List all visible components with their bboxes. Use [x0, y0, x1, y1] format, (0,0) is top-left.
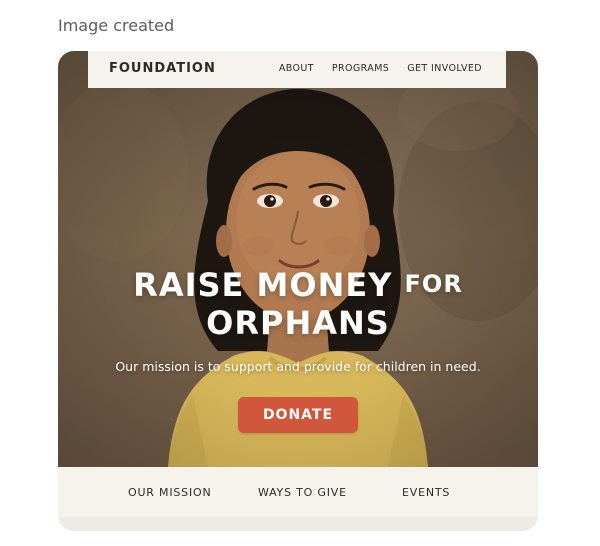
headline-for: FOR — [404, 270, 463, 298]
headline-line-1: RAISE MONEY FOR — [58, 265, 538, 304]
nav-link-about[interactable]: ABOUT — [279, 63, 314, 74]
brand-logo[interactable]: FOUNDATION — [109, 61, 216, 76]
top-navbar: FOUNDATION ABOUT PROGRAMS GET INVOLVED — [88, 51, 506, 88]
nav-link-get-involved[interactable]: GET INVOLVED — [407, 63, 482, 74]
headline-line-2: ORPHANS — [206, 304, 390, 342]
bottom-link-our-mission[interactable]: OUR MISSION — [128, 486, 211, 499]
bottom-link-events[interactable]: EVENTS — [402, 486, 450, 499]
bottom-navbar: OUR MISSION WAYS TO GIVE EVENTS — [58, 467, 538, 517]
page: Image created FOUNDATION ABOUT PROGRAMS … — [0, 0, 600, 546]
nav-link-programs[interactable]: PROGRAMS — [332, 63, 389, 74]
generated-website-mockup: FOUNDATION ABOUT PROGRAMS GET INVOLVED R… — [58, 51, 538, 531]
card-footer-strip — [58, 517, 538, 531]
donate-button[interactable]: DONATE — [238, 397, 358, 433]
hero-headline: RAISE MONEY FOR ORPHANS — [58, 265, 538, 342]
hero-section: FOUNDATION ABOUT PROGRAMS GET INVOLVED R… — [58, 51, 538, 467]
bottom-link-ways-to-give[interactable]: WAYS TO GIVE — [258, 486, 347, 499]
headline-main: RAISE MONEY — [133, 266, 393, 304]
image-caption: Image created — [58, 16, 175, 35]
hero-subtitle: Our mission is to support and provide fo… — [115, 359, 481, 374]
top-nav-links: ABOUT PROGRAMS GET INVOLVED — [279, 63, 482, 74]
